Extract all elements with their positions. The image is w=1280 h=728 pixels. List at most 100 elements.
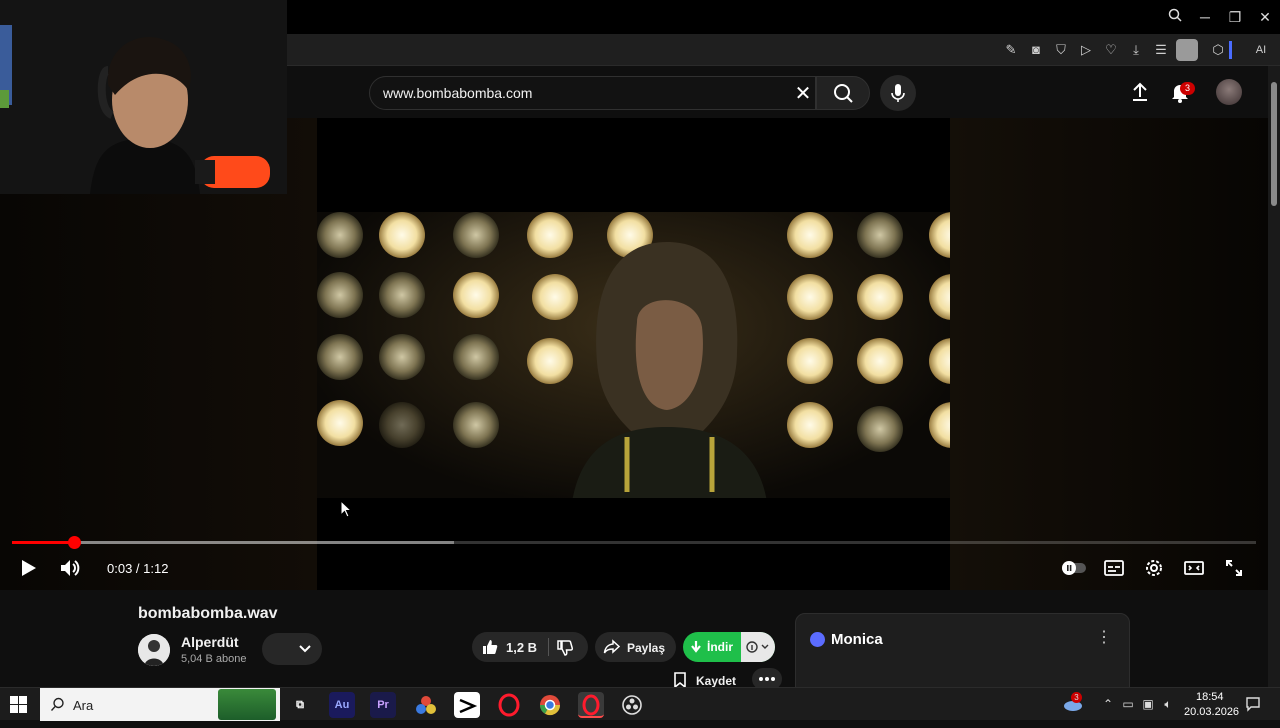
account-avatar[interactable] bbox=[1216, 79, 1242, 105]
scrollbar-thumb[interactable] bbox=[1271, 82, 1277, 206]
singer-figure bbox=[572, 242, 767, 498]
played-progress bbox=[12, 541, 75, 544]
clock-time[interactable]: 18:54 bbox=[1196, 691, 1224, 703]
taskbar-search[interactable]: Ara bbox=[40, 688, 280, 721]
theater-mode-icon bbox=[1184, 561, 1204, 575]
obs-app-icon[interactable] bbox=[619, 692, 645, 718]
webcam-overlay bbox=[0, 0, 287, 194]
windows-start-icon[interactable] bbox=[10, 696, 27, 713]
search-icon bbox=[834, 84, 853, 103]
premiere-app-icon[interactable]: Pr bbox=[370, 692, 396, 718]
search-highlight-art bbox=[218, 689, 276, 720]
task-view-icon[interactable]: ⧉ bbox=[287, 692, 313, 718]
theater-mode-button[interactable] bbox=[1182, 556, 1206, 580]
restore-button[interactable]: ❐ bbox=[1224, 6, 1246, 28]
speaker-icon[interactable]: 🔈︎ bbox=[1160, 696, 1176, 712]
monica-title: Monica bbox=[831, 631, 883, 648]
chrome-app-icon[interactable] bbox=[537, 692, 563, 718]
capcut-app-icon[interactable] bbox=[454, 692, 480, 718]
menu-lines-icon[interactable]: ☰ bbox=[1152, 41, 1170, 59]
video-title: bombabomba.wav bbox=[138, 605, 278, 622]
weather-badge: 3 bbox=[1071, 692, 1082, 703]
gear-icon bbox=[1146, 560, 1162, 576]
play-icon bbox=[22, 560, 36, 576]
download-button[interactable]: İndir bbox=[683, 632, 775, 662]
thumbs-down-icon[interactable] bbox=[556, 639, 574, 657]
minimize-button[interactable]: ─ bbox=[1194, 6, 1216, 28]
like-count[interactable]: 1,2 B bbox=[506, 640, 537, 655]
fullscreen-icon bbox=[1226, 560, 1242, 576]
clock-date[interactable]: 20.03.2026 bbox=[1184, 706, 1239, 718]
thumbs-up-icon[interactable] bbox=[481, 638, 499, 656]
video-frame bbox=[317, 212, 950, 498]
ai-button[interactable]: AI bbox=[1247, 41, 1275, 59]
save-button[interactable]: Kaydet bbox=[663, 668, 747, 688]
cube-icon[interactable]: ⬡ bbox=[1209, 41, 1227, 59]
search-icon bbox=[50, 697, 64, 711]
mouse-cursor-icon bbox=[340, 500, 352, 518]
davinci-app-icon[interactable] bbox=[413, 692, 439, 718]
windows-taskbar: Ara ⧉ Au Pr 3 ⌃ ▭ ▣ 🔈︎ 18:54 20.03.2026 bbox=[0, 687, 1280, 721]
divider-accent bbox=[1229, 41, 1232, 59]
notification-count-badge: 3 bbox=[1180, 82, 1195, 95]
time-display: 0:03 / 1:12 bbox=[107, 561, 169, 576]
heart-icon[interactable]: ♡ bbox=[1102, 41, 1120, 59]
subtitles-icon bbox=[1104, 560, 1124, 576]
share-button[interactable]: Paylaş bbox=[595, 632, 676, 662]
voice-search-button[interactable] bbox=[880, 75, 916, 111]
download-options-button[interactable] bbox=[741, 632, 775, 662]
opera-app-icon[interactable] bbox=[496, 692, 522, 718]
chevron-down-icon bbox=[299, 645, 311, 653]
fullscreen-button[interactable] bbox=[1222, 556, 1246, 580]
battery-icon[interactable]: ▭ bbox=[1120, 696, 1136, 712]
play-button[interactable] bbox=[16, 556, 40, 580]
camera-icon[interactable]: ◙ bbox=[1027, 41, 1045, 59]
download-label: İndir bbox=[707, 640, 733, 654]
opera-gx-app-icon[interactable] bbox=[578, 692, 604, 718]
save-label: Kaydet bbox=[696, 674, 737, 688]
edit-icon[interactable]: ✎ bbox=[1002, 41, 1020, 59]
audition-label: Au bbox=[334, 699, 350, 711]
chevron-up-icon[interactable]: ⌃ bbox=[1100, 696, 1116, 712]
share-icon bbox=[603, 639, 621, 654]
channel-avatar[interactable] bbox=[138, 634, 170, 666]
seek-bar[interactable] bbox=[12, 536, 1256, 549]
extension-icon[interactable] bbox=[1176, 39, 1198, 61]
browser-search-icon[interactable] bbox=[1164, 6, 1186, 28]
search-box: ✕ bbox=[369, 76, 816, 110]
ai-label: AI bbox=[1255, 44, 1267, 56]
share-label: Paylaş bbox=[627, 641, 666, 655]
upload-icon[interactable] bbox=[1128, 80, 1152, 104]
monica-logo-icon bbox=[810, 632, 825, 647]
download-arrow-icon bbox=[691, 641, 701, 653]
subtitles-button[interactable] bbox=[1102, 556, 1126, 580]
bookmark-icon bbox=[674, 672, 686, 688]
settings-button[interactable] bbox=[1142, 556, 1166, 580]
page-scrollbar[interactable] bbox=[1268, 66, 1280, 688]
clear-search-icon[interactable]: ✕ bbox=[792, 83, 814, 105]
network-icon[interactable]: ▣ bbox=[1140, 696, 1156, 712]
search-button[interactable] bbox=[816, 76, 870, 110]
monica-panel: Monica ⋮ bbox=[795, 613, 1130, 693]
volume-button[interactable] bbox=[58, 556, 82, 580]
play-icon[interactable]: ▷ bbox=[1077, 41, 1095, 59]
monica-menu-icon[interactable]: ⋮ bbox=[1096, 628, 1112, 648]
autoplay-toggle[interactable] bbox=[1060, 556, 1088, 580]
audition-app-icon[interactable]: Au bbox=[329, 692, 355, 718]
channel-name[interactable]: Alperdüt bbox=[181, 634, 239, 650]
notification-center-icon[interactable] bbox=[1245, 696, 1261, 712]
volume-icon bbox=[61, 560, 80, 576]
premiere-label: Pr bbox=[377, 699, 389, 711]
video-letterbox-right bbox=[950, 118, 1268, 590]
like-dislike-group: 1,2 B bbox=[472, 632, 588, 662]
info-icon bbox=[746, 641, 769, 653]
subscriber-count: 5,04 B abone bbox=[181, 653, 247, 665]
subscribe-dropdown-button[interactable] bbox=[262, 633, 322, 665]
like-separator bbox=[548, 638, 549, 656]
download-icon[interactable]: ⤓ bbox=[1127, 41, 1145, 59]
close-window-button[interactable]: ✕ bbox=[1254, 6, 1276, 28]
microphone-icon bbox=[891, 84, 905, 102]
autoplay-toggle-icon bbox=[1062, 561, 1086, 575]
shield-icon[interactable]: ⛉ bbox=[1052, 41, 1070, 59]
search-input[interactable] bbox=[383, 77, 783, 109]
